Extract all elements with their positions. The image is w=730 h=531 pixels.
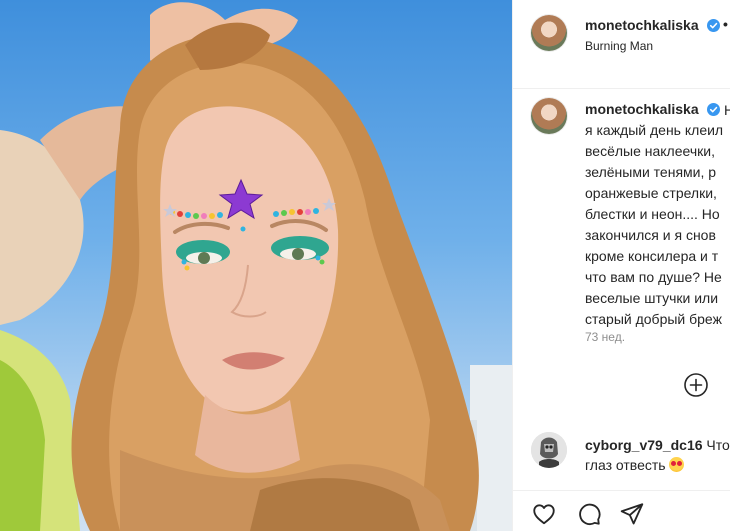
caption-author-avatar[interactable] xyxy=(531,98,567,134)
heart-icon[interactable] xyxy=(531,501,557,527)
caption-line: что вам по душе? Не xyxy=(585,269,722,285)
caption-line: весёлые наклеечки, xyxy=(585,143,715,159)
post-actions-bar xyxy=(513,490,730,531)
commenter-username[interactable]: cyborg_v79_dc16 xyxy=(585,437,703,453)
caption-line: блестки и неон.... Но xyxy=(585,206,720,222)
caption-line: веселые штучки или xyxy=(585,290,719,306)
author-avatar[interactable] xyxy=(531,15,567,51)
caption-line: кроме консилера и т xyxy=(585,248,719,264)
comment-line-2: глаз отвесть xyxy=(585,455,685,475)
heart-eyes-emoji-icon xyxy=(669,457,685,472)
photo-illustration xyxy=(0,2,512,531)
caption-timestamp[interactable]: 73 нед. xyxy=(585,330,625,344)
verified-badge-icon xyxy=(707,19,720,32)
caption-line: я каждый день клеил xyxy=(585,122,724,138)
comment-text-continued: глаз отвесть xyxy=(585,457,666,473)
paper-plane-icon[interactable] xyxy=(619,501,645,527)
caption-line: старый добрый бреж xyxy=(585,311,722,327)
post-sidebar: monetochkaliska • Burning Man monetochka… xyxy=(512,0,730,531)
post-location[interactable]: Burning Man xyxy=(585,39,653,53)
author-username[interactable]: monetochkaliska xyxy=(585,17,699,33)
plus-circle-icon[interactable] xyxy=(684,373,708,397)
post-photo[interactable] xyxy=(0,0,512,531)
caption-line: закончился и я снов xyxy=(585,227,716,243)
more-options-icon[interactable]: • xyxy=(723,16,729,32)
caption-line: зелёными тенями, р xyxy=(585,164,717,180)
commenter-avatar[interactable] xyxy=(531,432,567,468)
post-header: monetochkaliska • Burning Man xyxy=(513,0,730,89)
caption-author-username[interactable]: monetochkaliska xyxy=(585,101,699,117)
verified-badge-icon xyxy=(707,103,720,116)
commenter-avatar-image xyxy=(531,432,567,468)
comment-text: Что xyxy=(706,437,730,453)
caption-first-word: Н xyxy=(724,101,730,120)
comment-line-1: cyborg_v79_dc16 Что xyxy=(585,435,730,455)
caption-line: оранжевые стрелки, xyxy=(585,185,717,201)
comment-bubble-icon[interactable] xyxy=(576,501,602,527)
